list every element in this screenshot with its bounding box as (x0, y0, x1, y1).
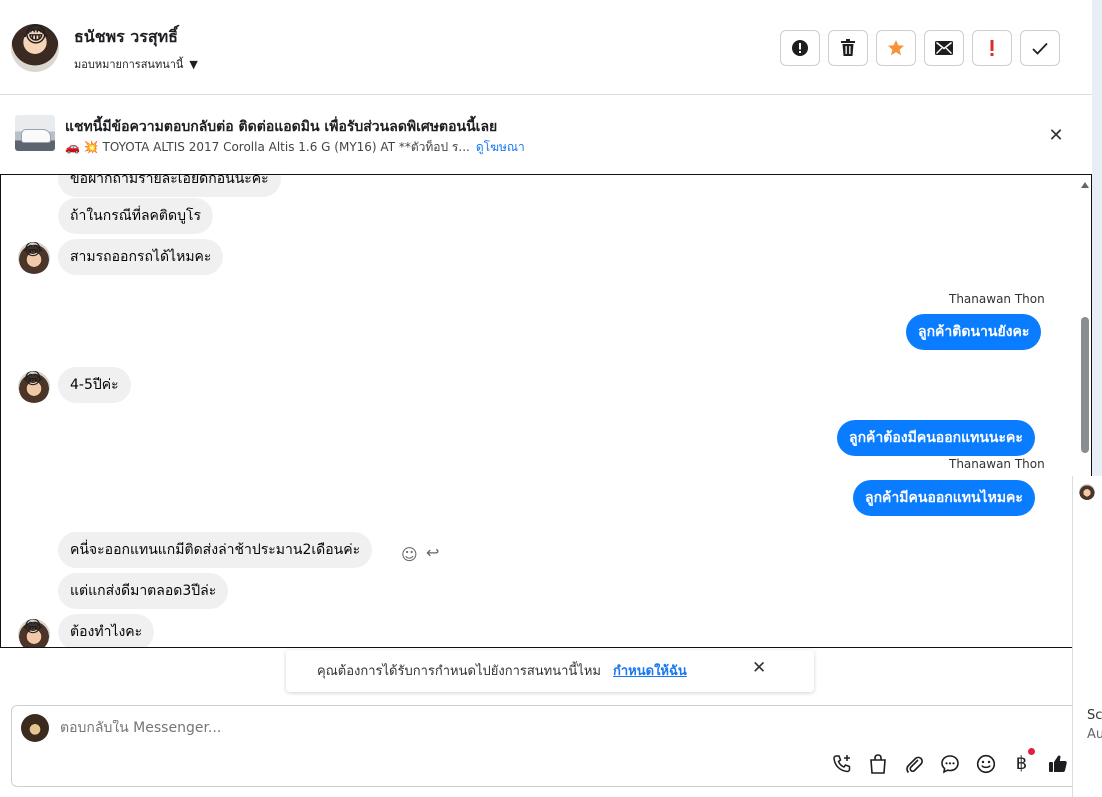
envelope-icon (935, 41, 953, 55)
shopping-bag-icon[interactable] (866, 752, 889, 775)
contact-avatar-small: 😂 (18, 242, 50, 274)
star-button[interactable] (876, 30, 916, 66)
view-ad-link[interactable]: ดูโฆษณา (476, 138, 525, 157)
message-incoming: ขอฝากถามรายละเอียดก่อนนะคะ (58, 175, 281, 197)
message-outgoing: ลูกค้าติดนานยังคะ (906, 314, 1042, 350)
sender-name: Thanawan Thon (949, 457, 1045, 471)
contact-avatar[interactable]: 😂 (11, 24, 59, 72)
baht-payment-icon[interactable]: ฿ (1010, 748, 1035, 775)
composer-toolbar: ฿ (830, 748, 1069, 775)
emoji-icon[interactable] (974, 752, 997, 775)
conversation-header: 😂 ธนัชพร วรสุทธิ์ มอบหมายการสนทนานี้ ▼ (0, 0, 1092, 95)
ad-subtitle-row: 🚗 💥 TOYOTA ALTIS 2017 Corolla Altis 1.6 … (65, 138, 525, 157)
message-incoming: คนี่จะออกแทนแกมีติดส่งล่าช้าประมาน2เดือน… (58, 532, 373, 568)
react-emoji-icon[interactable]: ☺ (401, 545, 418, 564)
important-button[interactable] (972, 30, 1012, 66)
contact-avatar-small: 😂 (18, 619, 50, 647)
message-thread[interactable]: ขอฝากถามรายละเอียดก่อนนะคะ ถ้าในกรณีที่ล… (0, 174, 1092, 648)
thumbs-up-icon[interactable] (1046, 752, 1069, 775)
delete-button[interactable] (828, 30, 868, 66)
done-button[interactable] (1020, 30, 1060, 66)
laughing-emoji-icon: 😂 (23, 242, 43, 260)
ad-title: แชทนี้มีข้อความตอบกลับต่อ ติดต่อแอดมิน เ… (65, 119, 498, 135)
exclamation-icon (990, 40, 994, 56)
laughing-emoji-icon: 😂 (23, 619, 43, 637)
trash-icon (841, 39, 855, 56)
assign-prompt-text: คุณต้องการได้รับการกำหนดไปยังการสนทนานี้… (317, 664, 601, 679)
message-outgoing: ลูกค้าต้องมีคนออกแทนนะคะ (837, 420, 1035, 456)
ad-reference-bar: แชทนี้มีข้อความตอบกลับต่อ ติดต่อแอดมิน เ… (0, 96, 1092, 174)
sender-name: Thanawan Thon (949, 292, 1045, 306)
message-incoming: 4-5ปีค่ะ (58, 367, 131, 403)
peek-text-2: Au (1087, 727, 1102, 742)
ad-subtitle: 🚗 💥 TOYOTA ALTIS 2017 Corolla Altis 1.6 … (65, 140, 470, 154)
assign-dropdown[interactable]: มอบหมายการสนทนานี้ ▼ (74, 55, 198, 73)
page-avatar (21, 714, 49, 742)
laughing-emoji-icon: 😂 (23, 24, 49, 48)
call-add-icon[interactable] (830, 752, 853, 775)
contact-avatar-small (1079, 484, 1095, 500)
reply-icon[interactable]: ↩ (426, 543, 439, 562)
notification-dot (1028, 748, 1035, 755)
contact-name[interactable]: ธนัชพร วรสุทธิ์ (74, 25, 178, 50)
message-incoming: สามรถออกรถได้ไหมคะ (58, 239, 224, 275)
side-panel-peek[interactable]: Sc Au (1072, 476, 1102, 797)
ad-thumbnail[interactable] (15, 115, 55, 151)
paperclip-icon[interactable] (902, 752, 925, 775)
assign-label: มอบหมายการสนทนานี้ (74, 58, 184, 71)
message-incoming: ต้องทำไงคะ (58, 614, 155, 647)
assign-prompt-banner: คุณต้องการได้รับการกำหนดไปยังการสนทนานี้… (286, 650, 814, 692)
saved-reply-icon[interactable] (938, 752, 961, 775)
message-incoming: ถ้าในกรณีที่ลคติดบูโร (58, 198, 214, 234)
check-icon (1032, 42, 1048, 55)
assign-to-me-link[interactable]: กำหนดให้ฉัน (613, 660, 687, 681)
caret-down-icon: ▼ (189, 57, 198, 71)
conversation-toolbar (780, 30, 1060, 66)
message-outgoing: ลูกค้ามีคนออกแทนไหมคะ (853, 480, 1035, 516)
spam-button[interactable] (780, 30, 820, 66)
message-incoming: แต่แกส่งดีมาตลอด3ปีล่ะ (58, 573, 229, 609)
peek-text-1: Sc (1087, 708, 1102, 723)
laughing-emoji-icon: 😂 (23, 371, 43, 389)
alert-circle-icon (792, 40, 808, 56)
close-icon[interactable]: ✕ (752, 658, 766, 678)
scroll-thumb[interactable] (1081, 317, 1089, 453)
contact-avatar-small: 😂 (18, 371, 50, 403)
baht-glyph: ฿ (1015, 753, 1028, 774)
reply-input[interactable] (60, 720, 660, 736)
close-icon[interactable]: ✕ (1046, 126, 1066, 146)
mark-unread-button[interactable] (924, 30, 964, 66)
scroll-up-arrow-icon[interactable] (1081, 182, 1089, 188)
star-icon (888, 40, 904, 56)
reply-composer: ฿ (11, 705, 1081, 787)
